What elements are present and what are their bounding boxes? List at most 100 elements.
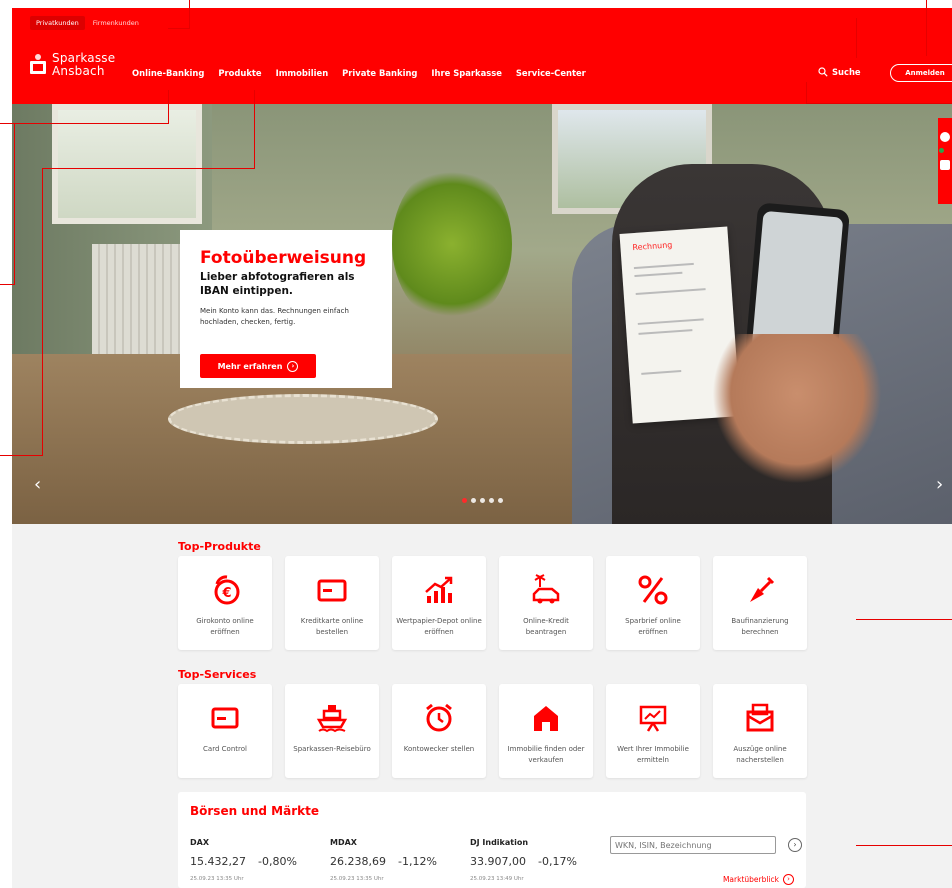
- search-button[interactable]: Suche: [818, 67, 861, 77]
- slider-dot-3[interactable]: [480, 498, 485, 503]
- search-icon: [818, 67, 828, 77]
- tile-auszuege[interactable]: Auszüge online nacherstellen: [713, 684, 807, 778]
- top-products-title: Top-Produkte: [178, 540, 261, 553]
- credit-card-icon: [317, 579, 347, 602]
- market-title: Börsen und Märkte: [190, 804, 319, 818]
- nav-service-center[interactable]: Service-Center: [516, 68, 586, 78]
- index-value: 26.238,69: [330, 855, 386, 868]
- annotation-line: [0, 123, 169, 124]
- arrow-right-circle-icon: ›: [783, 874, 794, 885]
- annotation-line: [856, 619, 952, 620]
- next-slide-icon[interactable]: ›: [936, 474, 943, 495]
- nav-immobilien[interactable]: Immobilien: [276, 68, 329, 78]
- annotation-line: [856, 845, 952, 846]
- tile-kreditkarte[interactable]: Kreditkarte online bestellen: [285, 556, 379, 650]
- mail-icon[interactable]: [940, 160, 950, 170]
- customer-type-tabs: Privatkunden Firmenkunden: [30, 16, 145, 30]
- house-icon: [534, 706, 558, 731]
- market-widget: Börsen und Märkte DAX 15.432,27 -0,80% 25…: [178, 792, 806, 888]
- wkn-search-input[interactable]: [610, 836, 776, 854]
- chat-icon[interactable]: [940, 132, 950, 142]
- nav-ihre-sparkasse[interactable]: Ihre Sparkasse: [431, 68, 501, 78]
- annotation-line: [189, 0, 190, 29]
- annotation-line: [856, 18, 857, 58]
- index-time: 25.09.23 13:49 Uhr: [470, 876, 524, 882]
- card-icon: [211, 707, 239, 729]
- annotation-line: [0, 455, 43, 456]
- annotation-line: [0, 284, 15, 285]
- more-info-button[interactable]: Mehr erfahren ›: [200, 354, 316, 378]
- search-go-icon[interactable]: ›: [788, 838, 802, 852]
- nav-produkte[interactable]: Produkte: [218, 68, 261, 78]
- login-button[interactable]: Anmelden: [890, 64, 952, 82]
- slider-dot-4[interactable]: [489, 498, 494, 503]
- market-overview-label: Marktüberblick: [722, 875, 779, 884]
- tile-card-control[interactable]: Card Control: [178, 684, 272, 778]
- sparkasse-logo[interactable]: Sparkasse Ansbach: [30, 52, 115, 78]
- tile-label: Kreditkarte online bestellen: [300, 617, 364, 636]
- tile-reisebuero[interactable]: Sparkassen-Reisebüro: [285, 684, 379, 778]
- logo-line-2: Ansbach: [52, 64, 105, 78]
- index-time: 25.09.23 13:35 Uhr: [330, 876, 384, 882]
- annotation-line: [926, 0, 927, 56]
- index-change: -1,12%: [397, 855, 437, 868]
- index-dj[interactable]: DJ Indikation 33.907,00 -0,17% 25.09.23 1…: [470, 838, 610, 882]
- promo-title: Fotoüberweisung: [200, 248, 367, 268]
- tile-sparbrief[interactable]: Sparbrief online eröffnen: [606, 556, 700, 650]
- main-navigation: Online-Banking Produkte Immobilien Priva…: [132, 68, 586, 78]
- index-value: 15.432,27: [190, 855, 246, 868]
- alarm-clock-icon: [426, 703, 452, 732]
- tile-label: Online-Kredit beantragen: [523, 617, 569, 636]
- presentation-icon: [639, 705, 667, 732]
- promo-text: Mein Konto kann das. Rechnungen einfach …: [200, 307, 349, 326]
- annotation-line: [168, 28, 190, 29]
- index-change: -0,80%: [257, 855, 297, 868]
- tile-label: Wert Ihrer Immobilie ermitteln: [617, 745, 689, 764]
- percent-icon: [638, 575, 668, 605]
- ship-icon: [316, 705, 348, 733]
- annotation-line: [168, 90, 169, 124]
- hero-slider: Rechnung Fotoüberweisung Lieber abfotogr…: [12, 104, 952, 524]
- annotation-line: [254, 90, 255, 168]
- annotation-line: [14, 124, 15, 284]
- side-toolbar: [938, 118, 952, 204]
- more-info-label: Mehr erfahren: [217, 361, 283, 371]
- slider-dots: [462, 498, 503, 503]
- slider-dot-5[interactable]: [498, 498, 503, 503]
- index-dax[interactable]: DAX 15.432,27 -0,80% 25.09.23 13:35 Uhr: [190, 838, 330, 882]
- tile-label: Girokonto online eröffnen: [196, 617, 254, 636]
- search-label: Suche: [832, 67, 861, 77]
- site-header: Privatkunden Firmenkunden Sparkasse Ansb…: [12, 8, 952, 104]
- trowel-icon: [750, 576, 775, 602]
- tile-baufinanzierung[interactable]: Baufinanzierung berechnen: [713, 556, 807, 650]
- sparkasse-s-icon: [30, 54, 46, 74]
- top-products-row: € Girokonto online eröffnen Kreditkarte …: [178, 556, 807, 650]
- tile-girokonto[interactable]: € Girokonto online eröffnen: [178, 556, 272, 650]
- tab-privatkunden[interactable]: Privatkunden: [30, 16, 85, 30]
- slider-dot-2[interactable]: [471, 498, 476, 503]
- market-overview-link[interactable]: Marktüberblick ›: [723, 874, 794, 885]
- tile-online-kredit[interactable]: Online-Kredit beantragen: [499, 556, 593, 650]
- arrow-right-circle-icon: ›: [287, 360, 299, 372]
- top-services-title: Top-Services: [178, 668, 257, 681]
- tile-label: Sparbrief online eröffnen: [625, 617, 681, 636]
- tile-immobilie-finden[interactable]: Immobilie finden oder verkaufen: [499, 684, 593, 778]
- slider-dot-1[interactable]: [462, 498, 467, 503]
- tile-immobilienwert[interactable]: Wert Ihrer Immobilie ermitteln: [606, 684, 700, 778]
- tile-wertpapier-depot[interactable]: Wertpapier-Depot online eröffnen: [392, 556, 486, 650]
- invoice-title: Rechnung: [632, 240, 673, 253]
- prev-slide-icon[interactable]: ‹: [34, 474, 41, 495]
- index-name: DJ Indikation: [470, 838, 529, 847]
- index-value: 33.907,00: [470, 855, 526, 868]
- tile-label: Sparkassen-Reisebüro: [293, 745, 371, 753]
- tile-label: Wertpapier-Depot online eröffnen: [396, 617, 482, 636]
- tile-kontowecker[interactable]: Kontowecker stellen: [392, 684, 486, 778]
- envelope-icon: [746, 703, 774, 732]
- annotation-line: [806, 82, 807, 104]
- tile-label: Baufinanzierung berechnen: [731, 617, 789, 636]
- svg-text:€: €: [221, 586, 231, 601]
- nav-private-banking[interactable]: Private Banking: [342, 68, 417, 78]
- tab-firmenkunden[interactable]: Firmenkunden: [87, 16, 145, 30]
- index-mdax[interactable]: MDAX 26.238,69 -1,12% 25.09.23 13:35 Uhr: [330, 838, 470, 882]
- nav-online-banking[interactable]: Online-Banking: [132, 68, 204, 78]
